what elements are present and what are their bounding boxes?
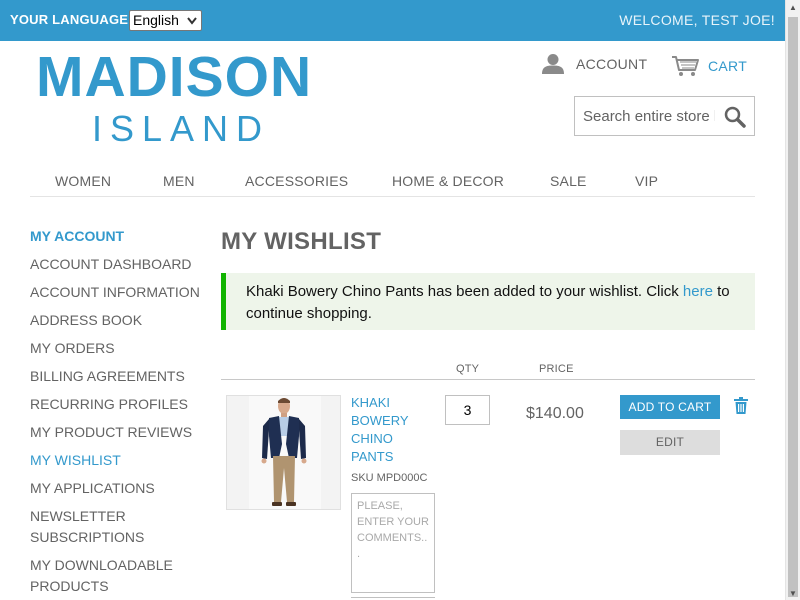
- sidebar-item-address-book[interactable]: ADDRESS BOOK: [30, 310, 208, 331]
- scroll-up-arrow-icon[interactable]: ▲: [789, 3, 797, 12]
- product-sku: SKU MPD000C: [351, 472, 428, 484]
- nav-item-accessories[interactable]: ACCESSORIES: [245, 173, 348, 189]
- page-scrollbar[interactable]: ▲ ▼: [785, 0, 800, 600]
- nav-item-vip[interactable]: VIP: [635, 173, 658, 189]
- sidebar-item-my-applications[interactable]: MY APPLICATIONS: [30, 478, 208, 499]
- search-input[interactable]: [575, 97, 715, 135]
- site-logo[interactable]: MADISON ISLAND: [36, 44, 316, 149]
- search-box: [574, 96, 755, 136]
- scrollbar-thumb[interactable]: [788, 17, 798, 597]
- main-navigation: WOMEN MEN ACCESSORIES HOME & DECOR SALE …: [30, 164, 755, 197]
- table-divider: [221, 379, 755, 380]
- product-price: $140.00: [526, 405, 584, 422]
- column-header-qty: QTY: [456, 363, 480, 375]
- product-image[interactable]: [226, 395, 341, 510]
- comment-textarea[interactable]: [351, 493, 435, 593]
- search-icon[interactable]: [724, 106, 746, 128]
- cart-icon: [672, 56, 699, 76]
- sidebar-item-my-orders[interactable]: MY ORDERS: [30, 338, 208, 359]
- column-header-price: PRICE: [539, 363, 574, 375]
- sidebar-item-billing-agreements[interactable]: BILLING AGREEMENTS: [30, 366, 208, 387]
- cart-link[interactable]: CART: [671, 54, 747, 78]
- page-title: MY WISHLIST: [221, 228, 382, 255]
- scroll-down-arrow-icon[interactable]: ▼: [789, 589, 797, 598]
- quantity-input[interactable]: [445, 395, 490, 425]
- logo-line-1: MADISON: [36, 45, 313, 109]
- sidebar-item-my-product-reviews[interactable]: MY PRODUCT REVIEWS: [30, 422, 208, 443]
- person-icon: [542, 54, 564, 74]
- logo-line-2: ISLAND: [92, 108, 271, 149]
- chevron-down-icon: [187, 17, 197, 25]
- nav-item-sale[interactable]: SALE: [550, 173, 587, 189]
- nav-item-home-decor[interactable]: HOME & DECOR: [392, 173, 504, 189]
- trash-icon[interactable]: [734, 397, 748, 414]
- sidebar-item-my-wishlist: MY WISHLIST: [30, 452, 121, 468]
- sidebar-item-newsletter-subscriptions[interactable]: NEWSLETTER SUBSCRIPTIONS: [30, 506, 150, 548]
- account-link-label: ACCOUNT: [576, 56, 648, 72]
- language-select[interactable]: English: [129, 10, 202, 31]
- sidebar-title: MY ACCOUNT: [30, 228, 125, 244]
- sidebar-item-my-downloadable-products[interactable]: MY DOWNLOADABLE PRODUCTS: [30, 555, 190, 597]
- language-selected-value: English: [133, 12, 179, 28]
- success-message-text: Khaki Bowery Chino Pants has been added …: [246, 283, 683, 300]
- edit-button[interactable]: EDIT: [620, 430, 720, 455]
- account-link[interactable]: ACCOUNT: [541, 52, 647, 76]
- nav-item-men[interactable]: MEN: [163, 173, 195, 189]
- sidebar-item-recurring-profiles[interactable]: RECURRING PROFILES: [30, 394, 208, 415]
- sidebar-item-account-information[interactable]: ACCOUNT INFORMATION: [30, 282, 208, 303]
- continue-shopping-link[interactable]: here: [683, 283, 713, 300]
- nav-item-women[interactable]: WOMEN: [55, 173, 111, 189]
- product-photo-model: [227, 396, 340, 509]
- language-label: YOUR LANGUAGE:: [10, 12, 133, 27]
- product-name-link[interactable]: KHAKI BOWERY CHINO PANTS: [351, 394, 421, 466]
- success-message: Khaki Bowery Chino Pants has been added …: [221, 273, 755, 330]
- cart-link-label: CART: [708, 58, 748, 74]
- add-to-cart-button[interactable]: ADD TO CART: [620, 395, 720, 419]
- sidebar-item-account-dashboard[interactable]: ACCOUNT DASHBOARD: [30, 254, 208, 275]
- welcome-message: WELCOME, TEST JOE!: [619, 12, 775, 28]
- top-bar: YOUR LANGUAGE: English WELCOME, TEST JOE…: [0, 0, 785, 41]
